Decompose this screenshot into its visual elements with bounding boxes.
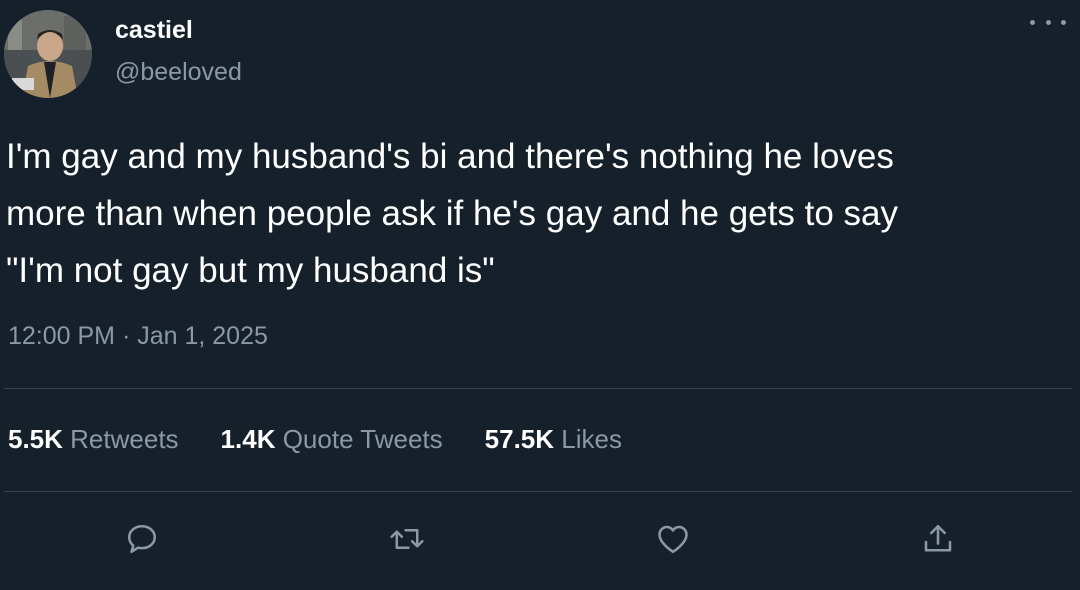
like-icon[interactable] <box>651 517 695 561</box>
quote-tweets-count: 1.4K <box>220 424 276 454</box>
retweets-stat[interactable]: 5.5K Retweets <box>8 424 179 455</box>
likes-stat[interactable]: 57.5K Likes <box>485 424 622 455</box>
retweets-label: Retweets <box>70 424 179 454</box>
reply-icon[interactable] <box>120 517 164 561</box>
likes-label: Likes <box>561 424 622 454</box>
avatar-image <box>4 10 92 98</box>
quote-tweets-stat[interactable]: 1.4K Quote Tweets <box>221 424 443 455</box>
divider <box>4 388 1072 389</box>
tweet-timestamp[interactable]: 12:00 PM · Jan 1, 2025 <box>8 322 268 351</box>
avatar[interactable] <box>4 10 92 98</box>
action-bar <box>0 517 1080 567</box>
tweet-card: castiel @beeloved I'm gay and my husband… <box>0 0 1080 590</box>
divider <box>4 491 1072 492</box>
retweet-icon[interactable] <box>385 517 429 561</box>
more-options-icon[interactable] <box>1030 12 1066 32</box>
display-name[interactable]: castiel <box>115 16 193 45</box>
engagement-stats: 5.5K Retweets 1.4K Quote Tweets 57.5K Li… <box>8 424 622 455</box>
share-icon[interactable] <box>916 517 960 561</box>
retweets-count: 5.5K <box>8 424 63 454</box>
tweet-text: I'm gay and my husband's bi and there's … <box>6 137 898 290</box>
user-handle[interactable]: @beeloved <box>115 58 242 87</box>
likes-count: 57.5K <box>484 424 555 454</box>
quote-tweets-label: Quote Tweets <box>282 424 443 454</box>
